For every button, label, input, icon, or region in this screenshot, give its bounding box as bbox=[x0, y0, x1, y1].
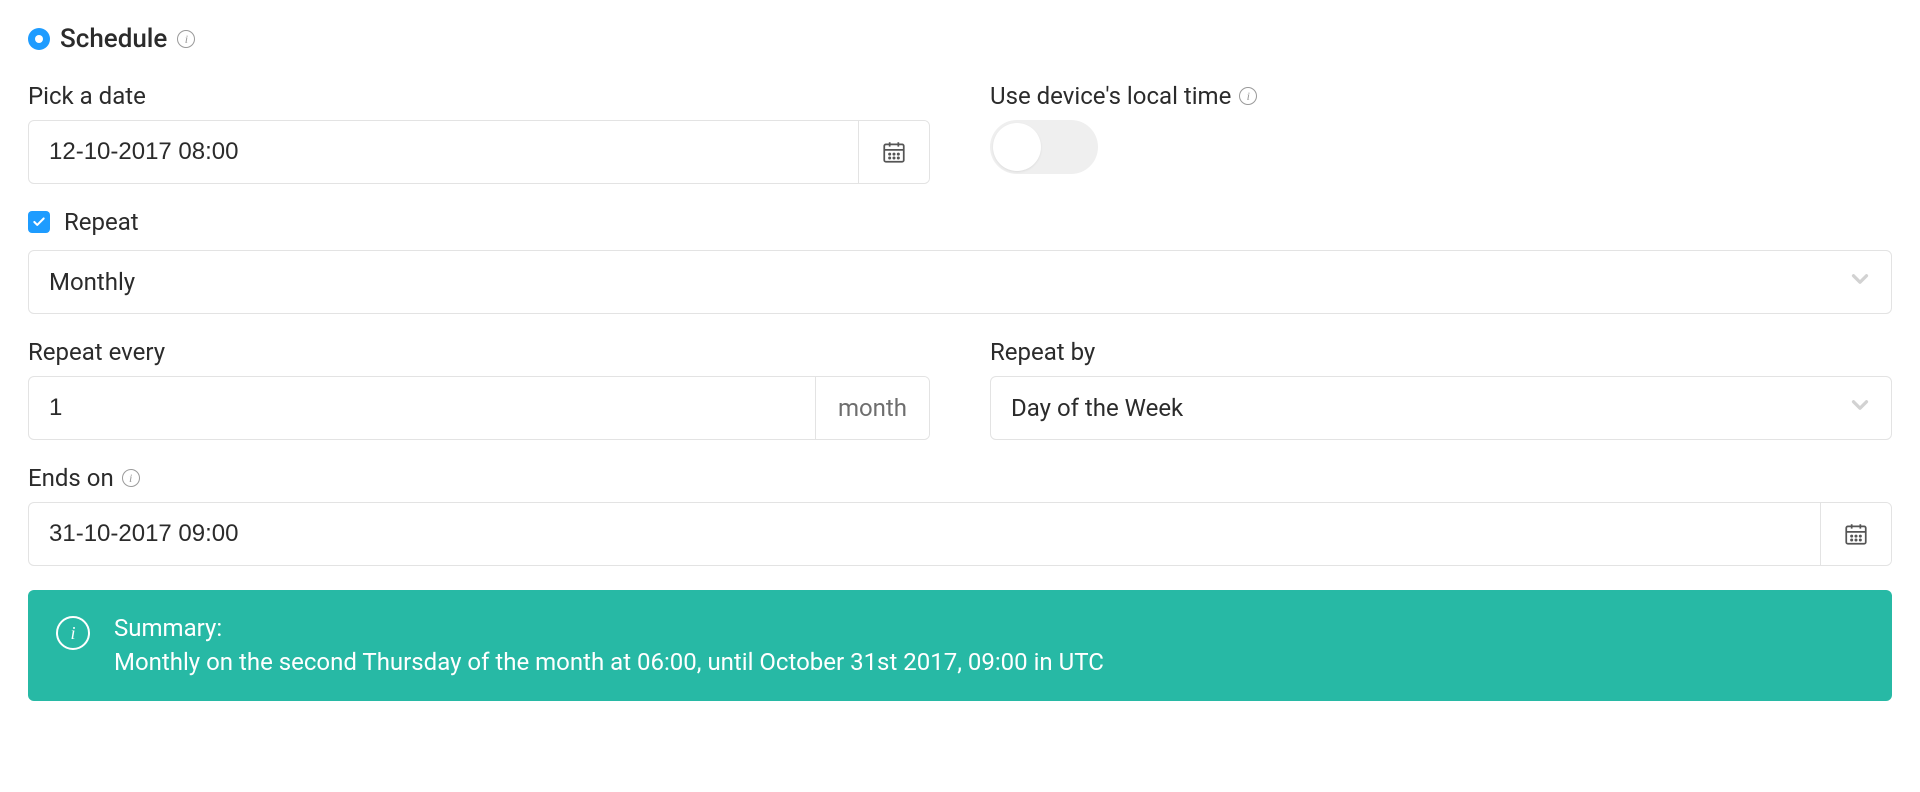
ends-on-group bbox=[28, 502, 1892, 566]
calendar-icon[interactable] bbox=[1820, 503, 1891, 565]
pick-date-group bbox=[28, 120, 930, 184]
repeat-every-unit: month bbox=[815, 377, 929, 439]
summary-banner: i Summary: Monthly on the second Thursda… bbox=[28, 590, 1892, 701]
pick-date-label: Pick a date bbox=[28, 82, 930, 110]
repeat-every-label: Repeat every bbox=[28, 338, 930, 366]
repeat-label: Repeat bbox=[64, 208, 139, 236]
radio-inner bbox=[35, 35, 43, 43]
ends-on-label: Ends on bbox=[28, 464, 114, 492]
summary-text: Monthly on the second Thursday of the mo… bbox=[114, 648, 1104, 676]
toggle-knob bbox=[993, 123, 1041, 171]
chevron-down-icon bbox=[1847, 266, 1873, 298]
chevron-down-icon bbox=[1847, 392, 1873, 424]
summary-title: Summary: bbox=[114, 612, 1104, 646]
repeat-by-value: Day of the Week bbox=[1011, 394, 1183, 422]
repeat-interval-select[interactable]: Monthly bbox=[28, 250, 1892, 314]
local-time-label: Use device's local time bbox=[990, 82, 1231, 110]
repeat-every-group: month bbox=[28, 376, 930, 440]
info-icon[interactable]: i bbox=[122, 469, 140, 487]
info-icon[interactable]: i bbox=[1239, 87, 1257, 105]
repeat-by-label: Repeat by bbox=[990, 338, 1892, 366]
calendar-icon[interactable] bbox=[858, 121, 929, 183]
local-time-toggle[interactable] bbox=[990, 120, 1098, 174]
repeat-interval-value: Monthly bbox=[49, 268, 135, 296]
repeat-checkbox[interactable] bbox=[28, 211, 50, 233]
pick-date-input[interactable] bbox=[29, 121, 858, 183]
schedule-radio[interactable] bbox=[28, 28, 50, 50]
info-icon[interactable]: i bbox=[177, 30, 195, 48]
info-icon: i bbox=[56, 616, 90, 650]
schedule-title: Schedule bbox=[60, 24, 167, 54]
repeat-by-select[interactable]: Day of the Week bbox=[990, 376, 1892, 440]
ends-on-input[interactable] bbox=[29, 503, 1820, 565]
repeat-every-input[interactable] bbox=[29, 377, 815, 439]
